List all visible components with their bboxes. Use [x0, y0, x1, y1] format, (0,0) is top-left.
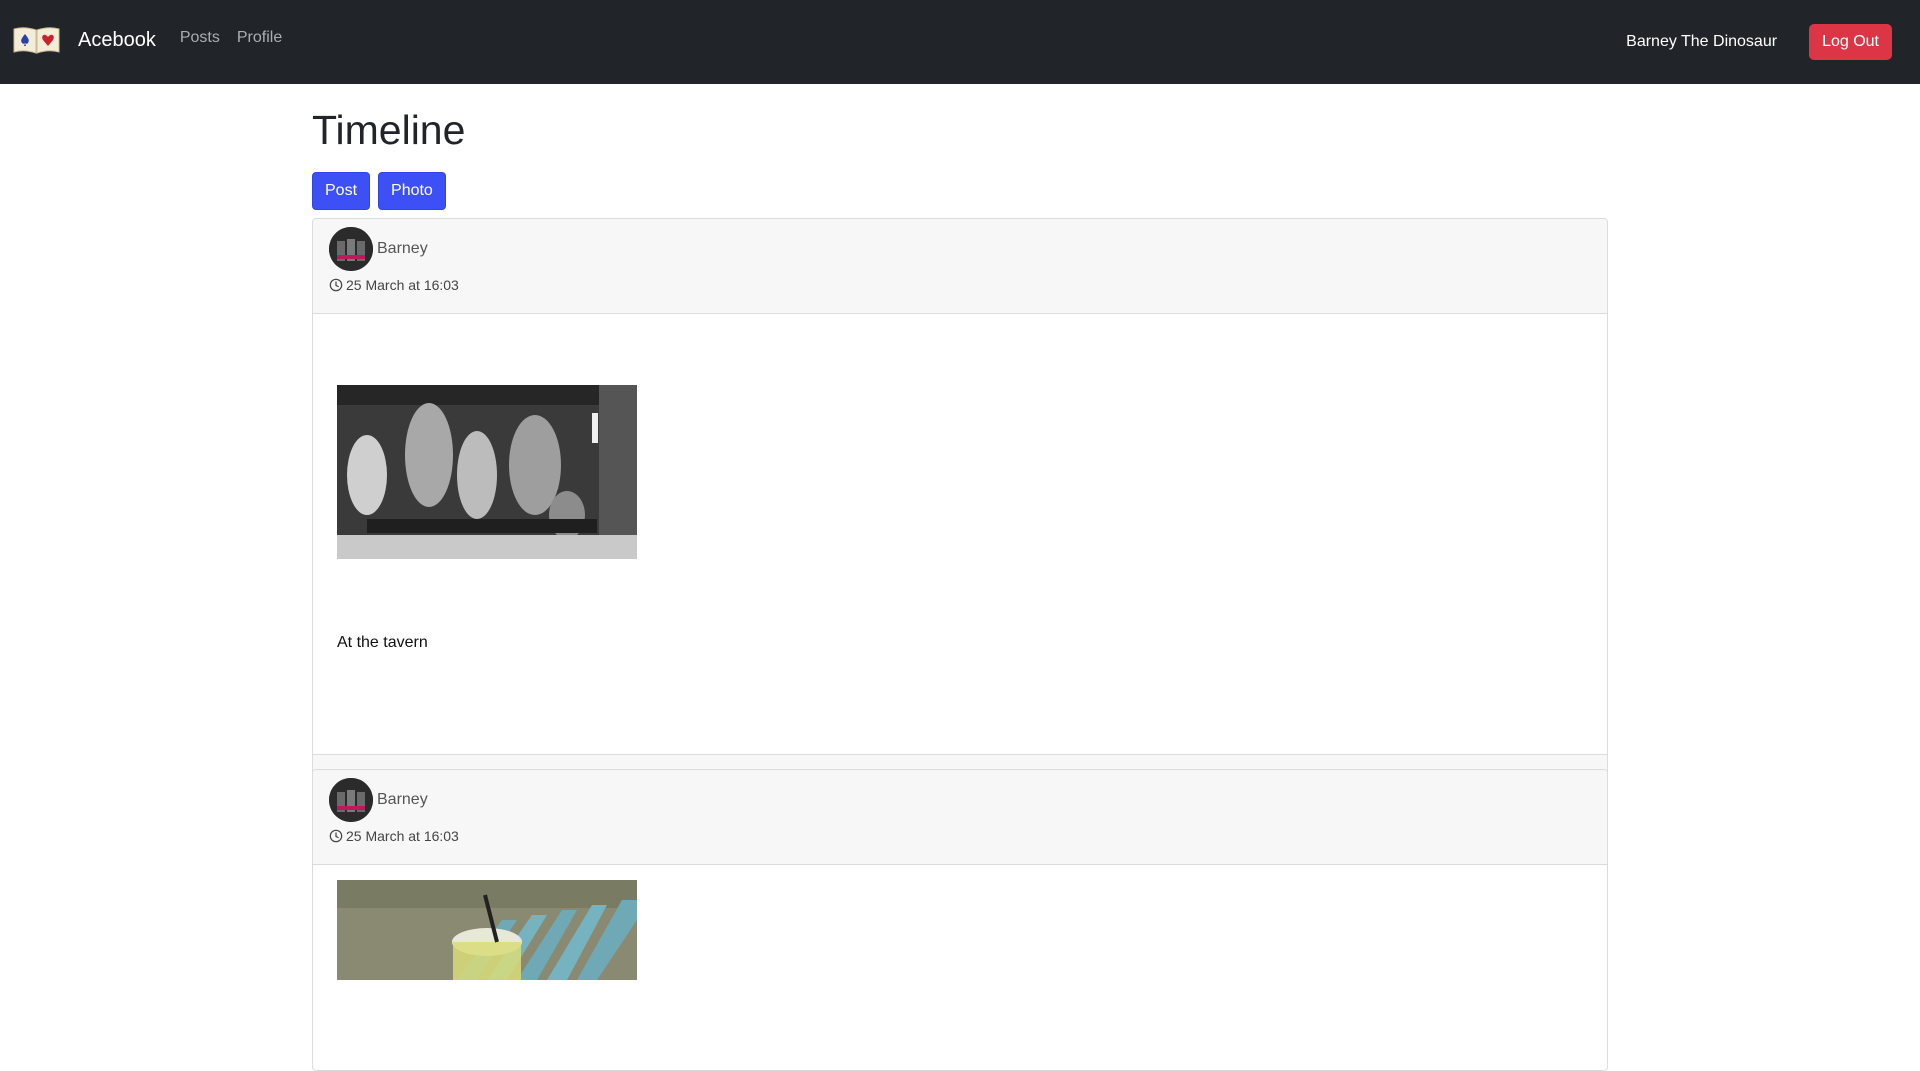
timestamp-text: 25 March at 16:03: [346, 828, 459, 844]
new-photo-button[interactable]: Photo: [378, 172, 446, 210]
post-header: Barney 25 March at 16:03: [313, 770, 1607, 865]
nav-user-area: Barney The Dinosaur Log Out: [1626, 24, 1892, 60]
brand-link[interactable]: Acebook: [12, 0, 156, 84]
post-author: Barney: [329, 778, 428, 822]
post-timestamp: 25 March at 16:03: [329, 828, 459, 844]
current-user-name[interactable]: Barney The Dinosaur: [1626, 33, 1777, 51]
post-timestamp: 25 March at 16:03: [329, 277, 459, 293]
page-title: Timeline: [312, 107, 466, 153]
avatar-image-icon: [329, 778, 373, 822]
post-header: Barney 25 March at 16:03: [313, 219, 1607, 314]
timestamp-text: 25 March at 16:03: [346, 277, 459, 293]
avatar-image-icon: [329, 227, 373, 271]
new-post-button[interactable]: Post: [312, 172, 371, 210]
logout-button[interactable]: Log Out: [1809, 24, 1892, 60]
post-caption: At the tavern: [337, 634, 428, 651]
post-photo[interactable]: [337, 880, 637, 980]
post-card: Barney 25 March at 16:03: [312, 769, 1608, 1071]
open-book-logo-icon: [13, 27, 60, 54]
clock-icon: [329, 829, 343, 843]
author-name[interactable]: Barney: [377, 791, 428, 809]
post-author: Barney: [329, 227, 428, 271]
post-body: [313, 865, 1607, 1065]
brand-name: Acebook: [78, 28, 156, 51]
author-name[interactable]: Barney: [377, 240, 428, 258]
avatar[interactable]: [329, 227, 373, 271]
nav-link-posts[interactable]: Posts: [180, 29, 220, 47]
clock-icon: [329, 278, 343, 292]
nav-link-profile[interactable]: Profile: [237, 29, 282, 47]
create-actions: Post Photo: [312, 172, 454, 210]
post-body: At the tavern: [313, 314, 1607, 670]
top-navbar: Acebook Posts Profile Barney The Dinosau…: [0, 0, 1920, 84]
avatar[interactable]: [329, 778, 373, 822]
post-photo[interactable]: [337, 385, 637, 559]
nav-links: Posts Profile: [180, 29, 299, 47]
post-card: Barney 25 March at 16:03: [312, 218, 1608, 830]
